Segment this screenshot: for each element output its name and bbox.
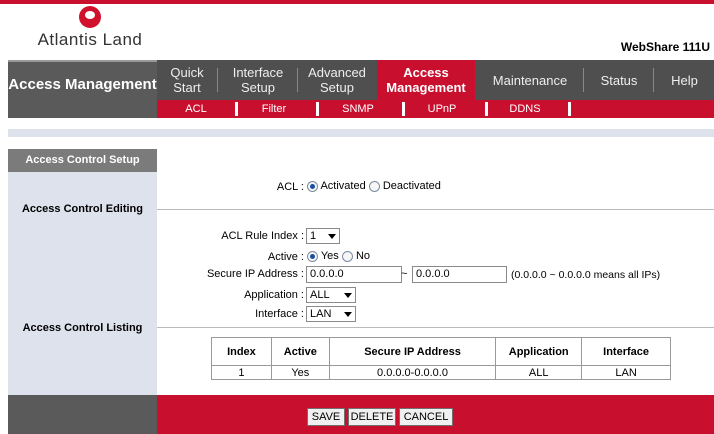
section-title-text: Access Management bbox=[8, 76, 157, 93]
section-title: Access Management bbox=[8, 60, 157, 118]
sub-nav: ACL Filter SNMP UPnP DDNS bbox=[157, 100, 714, 118]
footer-bar: SAVE DELETE CANCEL bbox=[157, 395, 714, 434]
chevron-down-icon bbox=[344, 312, 352, 317]
brand-logo: Atlantis Land bbox=[30, 6, 150, 52]
ip-hint: (0.0.0.0 ~ 0.0.0.0 means all IPs) bbox=[511, 269, 661, 281]
subtab-upnp[interactable]: UPnP bbox=[409, 100, 475, 118]
active-no-label: No bbox=[355, 250, 370, 262]
subnav-divider bbox=[402, 102, 405, 116]
nav-divider bbox=[297, 68, 298, 92]
rule-index-value: 1 bbox=[310, 230, 317, 242]
tab-advanced-setup[interactable]: Advanced Setup bbox=[299, 60, 375, 100]
delete-button[interactable]: DELETE bbox=[348, 408, 396, 426]
spacer-bar bbox=[8, 129, 714, 137]
acl-deactivated-radio[interactable] bbox=[368, 180, 380, 192]
acl-activated-label: Activated bbox=[320, 180, 366, 192]
interface-label: Interface : bbox=[255, 308, 304, 320]
secure-ip-label: Secure IP Address : bbox=[206, 268, 304, 280]
divider bbox=[157, 209, 714, 210]
left-panel bbox=[8, 149, 157, 395]
acl-deactivated-label: Deactivated bbox=[382, 180, 441, 192]
active-radio-group: Yes No bbox=[307, 250, 370, 262]
acl-list-table: Index Active Secure IP Address Applicati… bbox=[211, 337, 671, 380]
subnav-divider bbox=[485, 102, 488, 116]
acl-label: ACL : bbox=[276, 181, 304, 193]
table-row: 1 Yes 0.0.0.0-0.0.0.0 ALL LAN bbox=[211, 365, 671, 380]
tab-status[interactable]: Status bbox=[585, 60, 653, 100]
cell-active: Yes bbox=[270, 365, 330, 380]
ip-range-separator: ~ bbox=[401, 268, 408, 280]
col-secure-ip: Secure IP Address bbox=[328, 337, 497, 366]
logo-icon bbox=[79, 6, 101, 28]
tab-quick-start[interactable]: Quick Start bbox=[157, 60, 217, 100]
col-active: Active bbox=[270, 337, 330, 366]
col-interface: Interface bbox=[581, 337, 671, 366]
model-name: WebShare 111U bbox=[620, 40, 710, 54]
cell-application: ALL bbox=[495, 365, 583, 380]
chevron-down-icon bbox=[328, 234, 336, 239]
active-yes-label: Yes bbox=[320, 250, 339, 262]
acl-activated-radio[interactable] bbox=[307, 180, 318, 192]
nav-divider bbox=[653, 68, 654, 92]
subnav-divider bbox=[235, 102, 238, 116]
interface-value: LAN bbox=[310, 308, 332, 320]
nav-divider bbox=[583, 68, 584, 92]
divider bbox=[157, 327, 714, 328]
subtab-filter[interactable]: Filter bbox=[245, 100, 303, 118]
subnav-divider bbox=[316, 102, 319, 116]
subtab-ddns[interactable]: DDNS bbox=[492, 100, 558, 118]
interface-select[interactable]: LAN bbox=[306, 306, 356, 322]
main-nav: Quick Start Interface Setup Advanced Set… bbox=[157, 60, 714, 100]
active-label: Active : bbox=[267, 251, 304, 263]
acl-radio-group: Activated Deactivated bbox=[307, 180, 441, 192]
ip-start-input[interactable]: 0.0.0.0 bbox=[306, 266, 402, 283]
save-button[interactable]: SAVE bbox=[307, 408, 345, 426]
cell-index: 1 bbox=[211, 365, 272, 380]
top-accent-bar bbox=[0, 0, 714, 4]
access-control-setup-heading: Access Control Setup bbox=[8, 149, 157, 172]
col-application: Application bbox=[495, 337, 583, 366]
table-header-row: Index Active Secure IP Address Applicati… bbox=[211, 337, 671, 366]
logo-text: Atlantis Land bbox=[37, 30, 143, 49]
tab-access-management[interactable]: Access Management bbox=[377, 60, 475, 100]
footer-left-block bbox=[8, 395, 157, 434]
tab-help[interactable]: Help bbox=[655, 60, 714, 100]
application-value: ALL bbox=[310, 289, 330, 301]
cell-secure-ip: 0.0.0.0-0.0.0.0 bbox=[328, 365, 497, 380]
active-yes-radio[interactable] bbox=[307, 250, 318, 262]
rule-index-select[interactable]: 1 bbox=[306, 228, 340, 244]
active-no-radio[interactable] bbox=[341, 250, 353, 262]
rule-index-label: ACL Rule Index : bbox=[221, 230, 304, 242]
cancel-button[interactable]: CANCEL bbox=[399, 408, 453, 426]
application-label: Application : bbox=[244, 289, 304, 301]
access-control-editing-label: Access Control Editing bbox=[21, 203, 144, 215]
ip-end-input[interactable]: 0.0.0.0 bbox=[412, 266, 507, 283]
chevron-down-icon bbox=[344, 293, 352, 298]
subtab-snmp[interactable]: SNMP bbox=[325, 100, 391, 118]
subtab-acl[interactable]: ACL bbox=[171, 100, 221, 118]
tab-maintenance[interactable]: Maintenance bbox=[477, 60, 583, 100]
access-control-listing-label: Access Control Listing bbox=[22, 322, 143, 334]
subnav-divider bbox=[568, 102, 571, 116]
nav-divider bbox=[217, 68, 218, 92]
cell-interface: LAN bbox=[581, 365, 671, 380]
application-select[interactable]: ALL bbox=[306, 287, 356, 303]
tab-interface-setup[interactable]: Interface Setup bbox=[219, 60, 297, 100]
col-index: Index bbox=[211, 337, 272, 366]
